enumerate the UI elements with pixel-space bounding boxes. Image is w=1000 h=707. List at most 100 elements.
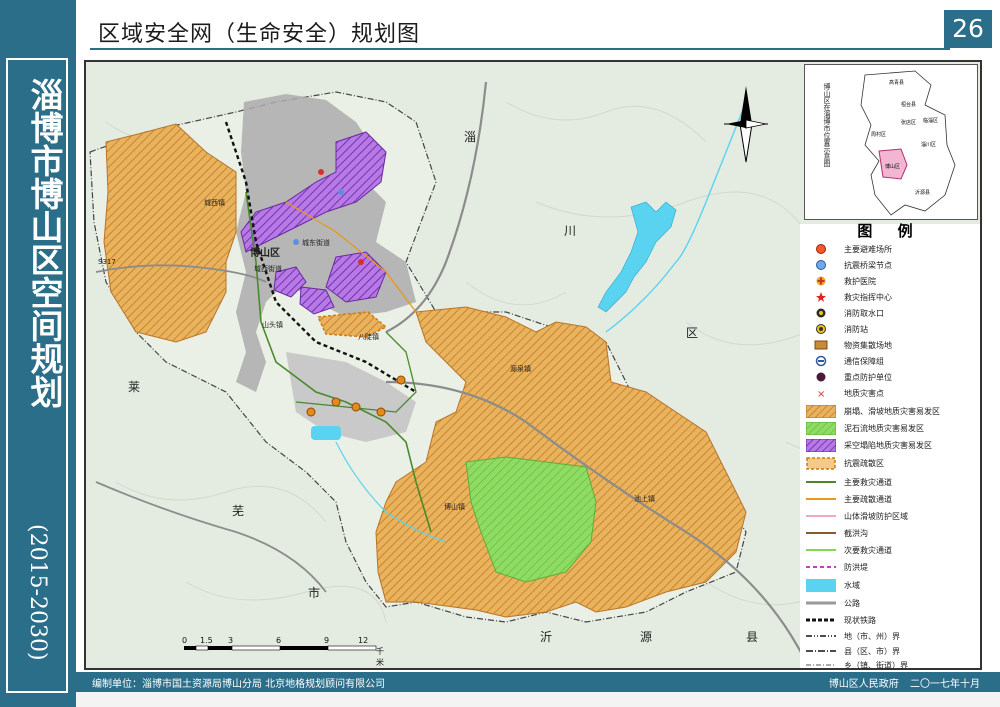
legend-label: 主要救灾通道 [844,477,892,487]
inset-place-gaoqing: 高青县 [889,80,905,86]
legend-label: 主要疏散通道 [844,494,892,504]
subsidence-zone-icon [806,438,836,452]
legend-label: 通信保障组 [844,356,884,366]
evacuation-zone-icon [806,456,836,470]
railway-icon [806,613,836,627]
legend-label: 县（区、市）界 [844,646,900,656]
scale-tick-3: 6 [276,636,282,645]
city-boundary-icon [806,629,836,643]
water-icon [806,578,836,592]
side-title-band: 淄博市博山区空间规划 (2015-2030) [0,0,76,707]
road-label-s317: S317 [98,258,116,266]
legend-item-command: 救灾指挥中心 [806,290,892,304]
inset-city-outline [860,70,956,216]
legend-item-key-unit: 重点防护单位 [806,370,892,384]
region-label-qu: 区 [686,326,699,340]
page-header: 区域安全网（生命安全）规划图 26 [76,0,1000,58]
scale-tick-5: 12 [358,636,369,645]
scale-tick-1: 1.5 [200,636,213,645]
main-evacuation-road-icon [806,492,836,506]
inset-place-huantai: 桓台县 [901,102,917,108]
side-title-main: 淄博市博山区空间规划 [25,78,64,408]
legend-label: 地（市、州）界 [844,631,900,641]
depot-icon [806,338,836,352]
slope-protection-icon [806,509,836,523]
legend-item-bridge: 抗震桥梁节点 [806,258,892,272]
town-label-boshan-district: 博山区 [250,248,280,259]
main-rescue-road-icon [806,475,836,489]
scale-tick-0: 0 [182,636,188,645]
legend-title: 图 例 [857,222,923,240]
key-unit-icon [806,370,836,384]
flood-ditch-icon [806,526,836,540]
levee-icon [806,560,836,574]
town-label-chengdong: 城东街道 [302,239,330,247]
bottom-strip [76,692,1000,707]
inset-place-yiyuan: 沂源县 [915,190,931,196]
legend-item-main-evacuation-road: 主要疏散通道 [806,492,892,506]
legend-label: 救灾指挥中心 [844,292,892,302]
shelter-icon [806,242,836,256]
legend-item-landslide-zone: 崩塌、滑坡地质灾害易发区 [806,404,940,418]
legend-item-water: 水域 [806,578,860,592]
inset-locator-map: 博山区在淄博市位置示意图 高青县 桓台县 临淄区 张店区 淄川区 博山区 沂源县… [804,64,978,220]
legend-label: 截洪沟 [844,528,868,538]
legend-label: 次要救灾通道 [844,545,892,555]
fire-station-icon [806,322,836,336]
town-label-shantou: 山头镇 [262,321,283,329]
bridge-icon [806,258,836,272]
command-icon [806,290,836,304]
communication-icon [806,354,836,368]
legend-item-flood-ditch: 截洪沟 [806,526,868,540]
town-label-boshan-town: 博山镇 [444,503,465,511]
legend-item-water-intake: 消防取水口 [806,306,884,320]
region-label-xian: 县 [746,630,759,644]
region-label-shi: 市 [308,586,321,600]
legend-label: 防洪堤 [844,562,868,572]
legend-label: 消防取水口 [844,308,884,318]
town-label-chengxi: 城西镇 [204,199,225,207]
scale-tick-2: 3 [228,636,234,645]
legend-item-hospital: 救护医院 [806,274,876,288]
county-boundary-icon [806,644,836,658]
small-reservoir [311,426,341,440]
water-intake-icon [806,306,836,320]
region-label-wu: 芜 [232,504,245,518]
legend-label: 地质灾害点 [844,388,884,398]
scale-tick-4: 9 [324,636,330,645]
geohazard-icon: × [806,386,836,400]
page-number: 26 [944,10,992,48]
legend-label: 采空塌陷地质灾害易发区 [844,440,932,450]
region-label-chuan: 川 [564,224,577,238]
header-rule [90,48,950,50]
legend-item-communication: 通信保障组 [806,354,884,368]
legend-item-fire-station: 消防站 [806,322,868,336]
legend-label: 崩塌、滑坡地质灾害易发区 [844,406,940,416]
inset-place-zichuan: 淄川区 [921,142,937,148]
region-label-yuan: 源 [640,630,653,644]
inset-place-boshan: 博山区 [885,164,901,170]
legend-label: 救护医院 [844,276,876,286]
side-title-frame: 淄博市博山区空间规划 (2015-2030) [6,58,68,693]
region-label-lai: 莱 [128,380,141,394]
inset-place-linzi: 临淄区 [923,118,939,124]
hospital-icon [806,274,836,288]
legend-item-secondary-rescue-road: 次要救灾通道 [806,543,892,557]
legend-item-shelter: 主要避难场所 [806,242,892,256]
inset-place-zhoucun: 周村区 [871,132,887,138]
footer-credits: 编制单位：淄博市国土资源局博山分局 北京地格规划顾问有限公司 [92,679,386,690]
town-label-yuxi: 域西街道 [254,265,282,273]
legend-item-main-rescue-road: 主要救灾通道 [806,475,892,489]
legend-label: 物资集散场地 [844,340,892,350]
legend-item-debris-flow-zone: 泥石流地质灾害易发区 [806,421,924,435]
highway-icon [806,596,836,610]
map-title: 区域安全网（生命安全）规划图 [98,22,421,47]
scale-bar: 0 1.5 3 6 9 12 千米 [180,636,390,667]
legend-item-levee: 防洪堤 [806,560,868,574]
inset-place-zhangdian: 张店区 [901,120,917,126]
town-label-chishang: 池上镇 [634,495,655,503]
legend-label: 重点防护单位 [844,372,892,382]
scale-unit: 千米 [376,647,384,667]
legend-label: 现状铁路 [844,615,876,625]
legend-label: 水域 [844,580,860,590]
